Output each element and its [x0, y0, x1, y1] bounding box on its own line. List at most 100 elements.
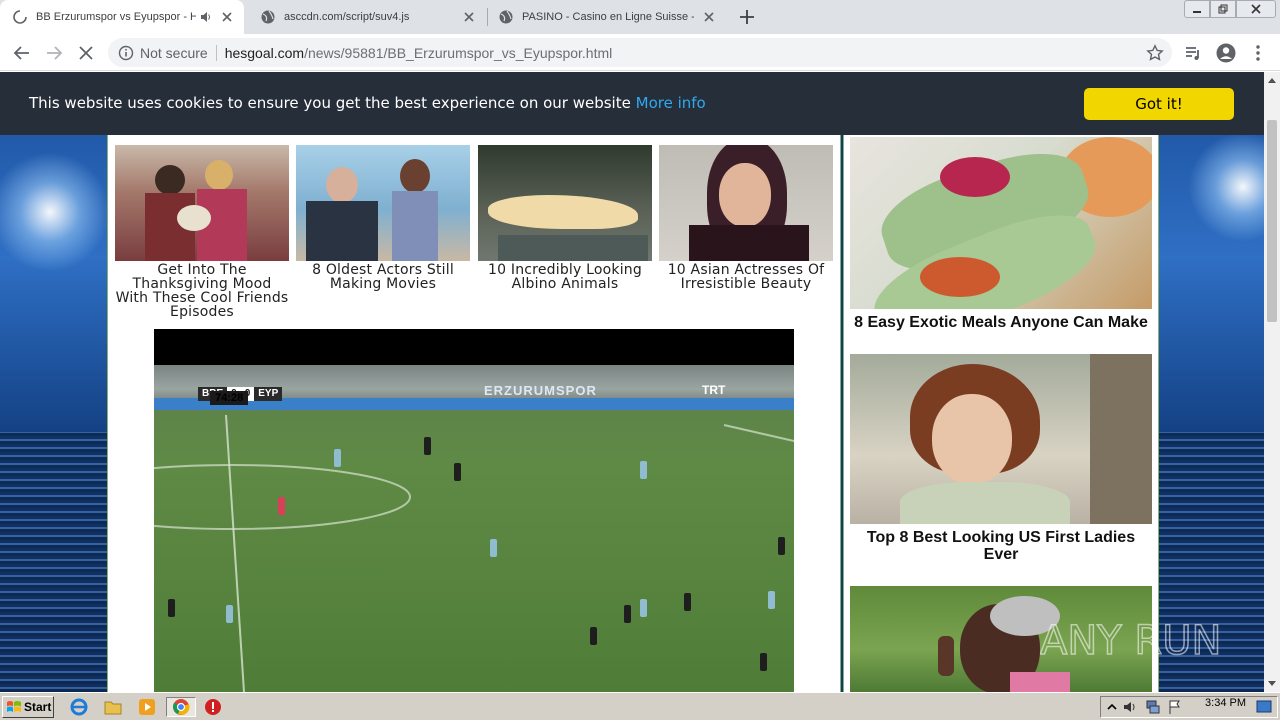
windows-taskbar: Start 3:34 PM — [0, 692, 1280, 720]
new-tab-plus-icon[interactable] — [736, 6, 758, 28]
back-arrow-icon — [13, 46, 29, 60]
sidebar-ad-item[interactable]: Top 8 Best Looking US First Ladies Ever — [850, 354, 1152, 563]
minimize-button[interactable] — [1184, 0, 1210, 18]
vertical-scrollbar[interactable] — [1264, 72, 1280, 692]
background-stadium-right — [1158, 72, 1264, 692]
minimize-icon — [1193, 11, 1201, 13]
stadium-crowd — [0, 432, 108, 692]
taskbar-media-player[interactable] — [136, 697, 158, 717]
sidebar-ads: 8 Easy Exotic Meals Anyone Can Make Top … — [843, 72, 1159, 692]
thumbnail-item[interactable]: Get Into The Thanksgiving Mood With Thes… — [115, 145, 289, 319]
more-info-link[interactable]: More info — [636, 94, 706, 112]
start-label: Start — [24, 700, 52, 714]
system-tray — [1100, 696, 1278, 718]
thumbnail-image — [115, 145, 289, 261]
anyrun-watermark: ANY RUN — [1040, 617, 1222, 665]
player — [168, 599, 175, 617]
tab-bb-erzurumspor[interactable]: BB Erzurumspor vs Eyupspor - H — [0, 0, 244, 34]
taskbar-ie[interactable] — [68, 697, 90, 717]
tab-title: asccdn.com/script/suv4.js — [284, 11, 410, 23]
close-icon[interactable] — [460, 8, 478, 26]
triangle-up-icon — [1268, 78, 1276, 83]
media-control-button[interactable] — [1181, 41, 1205, 65]
tab-title: BB Erzurumspor vs Eyupspor - H — [36, 11, 196, 23]
close-icon[interactable] — [700, 8, 718, 26]
thumbnail-image — [659, 145, 833, 261]
cookie-message: This website uses cookies to ensure you … — [29, 94, 706, 112]
background-stadium-left — [0, 72, 110, 692]
info-icon[interactable] — [118, 45, 134, 61]
network-icon[interactable] — [1145, 700, 1161, 714]
restore-button[interactable] — [1210, 0, 1236, 18]
thumbnail-item[interactable]: 10 Incredibly Looking Albino Animals — [478, 145, 652, 291]
player — [778, 537, 785, 555]
address-bar[interactable]: Not secure hesgoal.com/news/95881/BB_Erz… — [108, 38, 1172, 67]
player — [760, 653, 767, 671]
tab-pasino[interactable]: PASINO - Casino en Ligne Suisse - Si — [486, 0, 726, 34]
kebab-menu-icon — [1256, 45, 1260, 61]
cookie-consent-bar: This website uses cookies to ensure you … — [0, 72, 1264, 135]
window-controls — [1184, 0, 1276, 18]
close-icon[interactable] — [218, 8, 236, 26]
show-desktop-icon[interactable] — [1256, 700, 1272, 714]
tab-asccdn[interactable]: asccdn.com/script/suv4.js — [248, 0, 486, 34]
chevron-up-icon[interactable] — [1107, 702, 1117, 712]
media-queue-icon — [1186, 47, 1199, 60]
windows-logo-icon — [7, 701, 21, 712]
stop-loading-button[interactable] — [74, 41, 98, 65]
ad-image — [850, 354, 1152, 524]
close-icon — [1251, 4, 1261, 14]
player — [226, 605, 233, 623]
player — [640, 599, 647, 617]
scroll-up-button[interactable] — [1264, 72, 1280, 88]
tab-strip: BB Erzurumspor vs Eyupspor - H asccdn.co… — [0, 0, 1280, 34]
red-stop-icon — [205, 699, 221, 715]
folder-icon — [104, 701, 122, 715]
main-content: Get Into The Thanksgiving Mood With Thes… — [107, 72, 841, 692]
thumbnail-item[interactable]: 8 Oldest Actors Still Making Movies — [296, 145, 470, 291]
ad-caption: Top 8 Best Looking US First Ladies Ever — [866, 529, 1136, 563]
scrollbar-thumb[interactable] — [1267, 120, 1277, 322]
restore-icon — [1218, 4, 1228, 14]
globe-icon — [499, 10, 513, 24]
player — [454, 463, 461, 481]
taskbar-stop-app[interactable] — [202, 697, 224, 717]
thumbnail-item[interactable]: 10 Asian Actresses Of Irresistible Beaut… — [659, 145, 833, 291]
loading-spinner-icon — [13, 10, 27, 24]
video-player[interactable]: ERZURUMSPOR TRT BBE 0 0 EYP 74:28 — [154, 329, 794, 692]
menu-button[interactable] — [1246, 41, 1270, 65]
player — [768, 591, 775, 609]
flag-icon[interactable] — [1167, 700, 1183, 714]
forward-arrow-icon — [47, 46, 63, 60]
back-button[interactable] — [10, 41, 34, 65]
taskbar-explorer[interactable] — [102, 697, 124, 717]
thumbnail-caption: 10 Incredibly Looking Albino Animals — [488, 262, 642, 292]
watermark-text: ANY RUN — [1040, 618, 1221, 664]
tab-title: PASINO - Casino en Ligne Suisse - Si — [522, 11, 694, 23]
address-divider — [215, 44, 217, 61]
ad-image — [850, 137, 1152, 309]
thumbnail-image — [296, 145, 470, 261]
stadium-light — [1188, 132, 1264, 242]
stadium-light — [0, 152, 110, 272]
scroll-down-button[interactable] — [1264, 676, 1280, 692]
sidebar-ad-item[interactable]: 8 Easy Exotic Meals Anyone Can Make — [850, 137, 1152, 331]
football-pitch: ERZURUMSPOR TRT BBE 0 0 EYP 74:28 — [154, 365, 794, 692]
triangle-down-icon — [1268, 681, 1276, 686]
forward-button[interactable] — [42, 41, 66, 65]
thumbnail-caption: 10 Asian Actresses Of Irresistible Beaut… — [667, 262, 825, 292]
security-label: Not secure — [140, 44, 208, 61]
start-button[interactable]: Start — [2, 696, 54, 718]
taskbar-chrome[interactable] — [166, 697, 196, 717]
volume-icon[interactable] — [1123, 700, 1139, 714]
bookmark-star-icon[interactable] — [1146, 44, 1164, 62]
profile-button[interactable] — [1214, 41, 1238, 65]
player — [684, 593, 691, 611]
window-close-button[interactable] — [1236, 0, 1276, 18]
player — [278, 497, 285, 515]
globe-icon — [261, 10, 275, 24]
thumbnail-image — [478, 145, 652, 261]
speaker-icon[interactable] — [200, 11, 212, 23]
got-it-button[interactable]: Got it! — [1084, 88, 1234, 120]
player — [640, 461, 647, 479]
